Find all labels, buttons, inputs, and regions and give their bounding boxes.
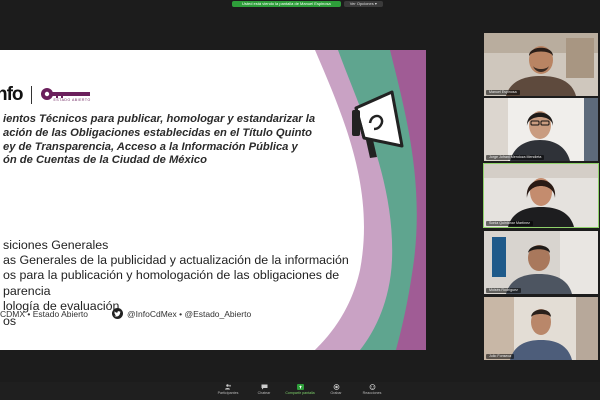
reactions-label: Reacciones <box>362 391 382 395</box>
participants-label: Participantes <box>217 391 239 395</box>
reactions-icon <box>369 384 376 390</box>
participant-name: Julio Fonseca <box>486 354 515 359</box>
share-banner: Usted está viendo la pantalla de Manuel … <box>232 0 383 7</box>
share-screen-label: Compartir pantalla <box>285 391 315 395</box>
participant-name: Jorge Jofrani Mendoza Mendieta <box>486 155 545 160</box>
title-line: ón de Cuentas de la Ciudad de México <box>3 154 207 167</box>
bullet-item: siciones Generales <box>3 238 109 252</box>
participant-tile[interactable]: Jorge Jofrani Mendoza Mendieta <box>484 98 598 161</box>
slide-logos: nfo ESTADO ABIERTO <box>0 84 92 106</box>
twitter-icon <box>112 308 124 319</box>
info-logo: nfo <box>0 84 24 105</box>
logo-divider <box>30 86 32 104</box>
bullet-item: os para la publicación y homologación de… <box>3 268 340 283</box>
zoom-meeting-window: Usted está viendo la pantalla de Manuel … <box>0 0 600 400</box>
participant-video <box>484 231 598 294</box>
participant-tile[interactable]: Moisés Rodríguez <box>484 231 598 294</box>
view-options-label: Ver Opciones <box>349 0 374 6</box>
estado-abierto-logo: ESTADO ABIERTO <box>40 86 92 104</box>
record-icon <box>333 384 340 390</box>
record-button[interactable]: Grabar <box>323 384 349 395</box>
title-line: ey de Transparencia, Acceso a la Informa… <box>3 140 298 153</box>
participant-tile-active-speaker[interactable]: Sonia Quintanar Martínez <box>483 163 599 228</box>
slide-footer: CDMX • Estado Abierto @InfoCdMex • @Esta… <box>0 308 330 319</box>
share-status-label: Usted está viendo la pantalla de Manuel … <box>232 0 341 7</box>
slide-title: ientos Técnicos para publicar, homologar… <box>3 113 338 168</box>
participant-name: Sonia Quintanar Martínez <box>486 221 533 226</box>
share-screen-button[interactable]: Compartir pantalla <box>285 384 315 395</box>
participants-icon <box>224 384 232 390</box>
title-line: ación de las Obligaciones establecidas e… <box>3 126 312 139</box>
participant-video <box>484 98 598 161</box>
share-screen-icon <box>296 384 304 390</box>
estado-abierto-label: ESTADO ABIERTO <box>53 98 91 102</box>
reactions-button[interactable]: Reacciones <box>359 384 385 395</box>
record-label: Grabar <box>330 391 342 395</box>
bullet-item: as Generales de la publicidad y actualiz… <box>3 253 349 268</box>
participant-tile[interactable]: Julio Fonseca <box>484 297 598 360</box>
footer-right-text: @InfoCdMex • @Estado_Abierto <box>127 308 252 319</box>
chat-button[interactable]: Chatear <box>251 384 277 395</box>
chat-label: Chatear <box>257 391 271 395</box>
participant-video <box>484 164 598 227</box>
title-line: ientos Técnicos para publicar, homologar… <box>3 113 316 125</box>
participants-button[interactable]: Participantes <box>215 384 241 395</box>
bullet-item: parencia <box>3 283 51 298</box>
chat-icon <box>261 384 268 390</box>
participant-video <box>484 33 598 96</box>
participant-video <box>484 297 598 360</box>
participant-tile[interactable]: Manuel Espinosa <box>484 33 598 96</box>
shared-slide: nfo ESTADO ABIERTO ientos Técnicos para … <box>0 50 426 350</box>
participant-name: Moisés Rodríguez <box>486 288 521 293</box>
participant-name: Manuel Espinosa <box>486 90 520 95</box>
footer-left-text: CDMX • Estado Abierto <box>0 308 89 319</box>
view-options-button[interactable]: Ver Opciones ▾ <box>343 0 383 7</box>
chevron-down-icon: ▾ <box>374 0 377 6</box>
meeting-toolbar: Participantes Chatear Compartir pantalla… <box>0 382 600 400</box>
